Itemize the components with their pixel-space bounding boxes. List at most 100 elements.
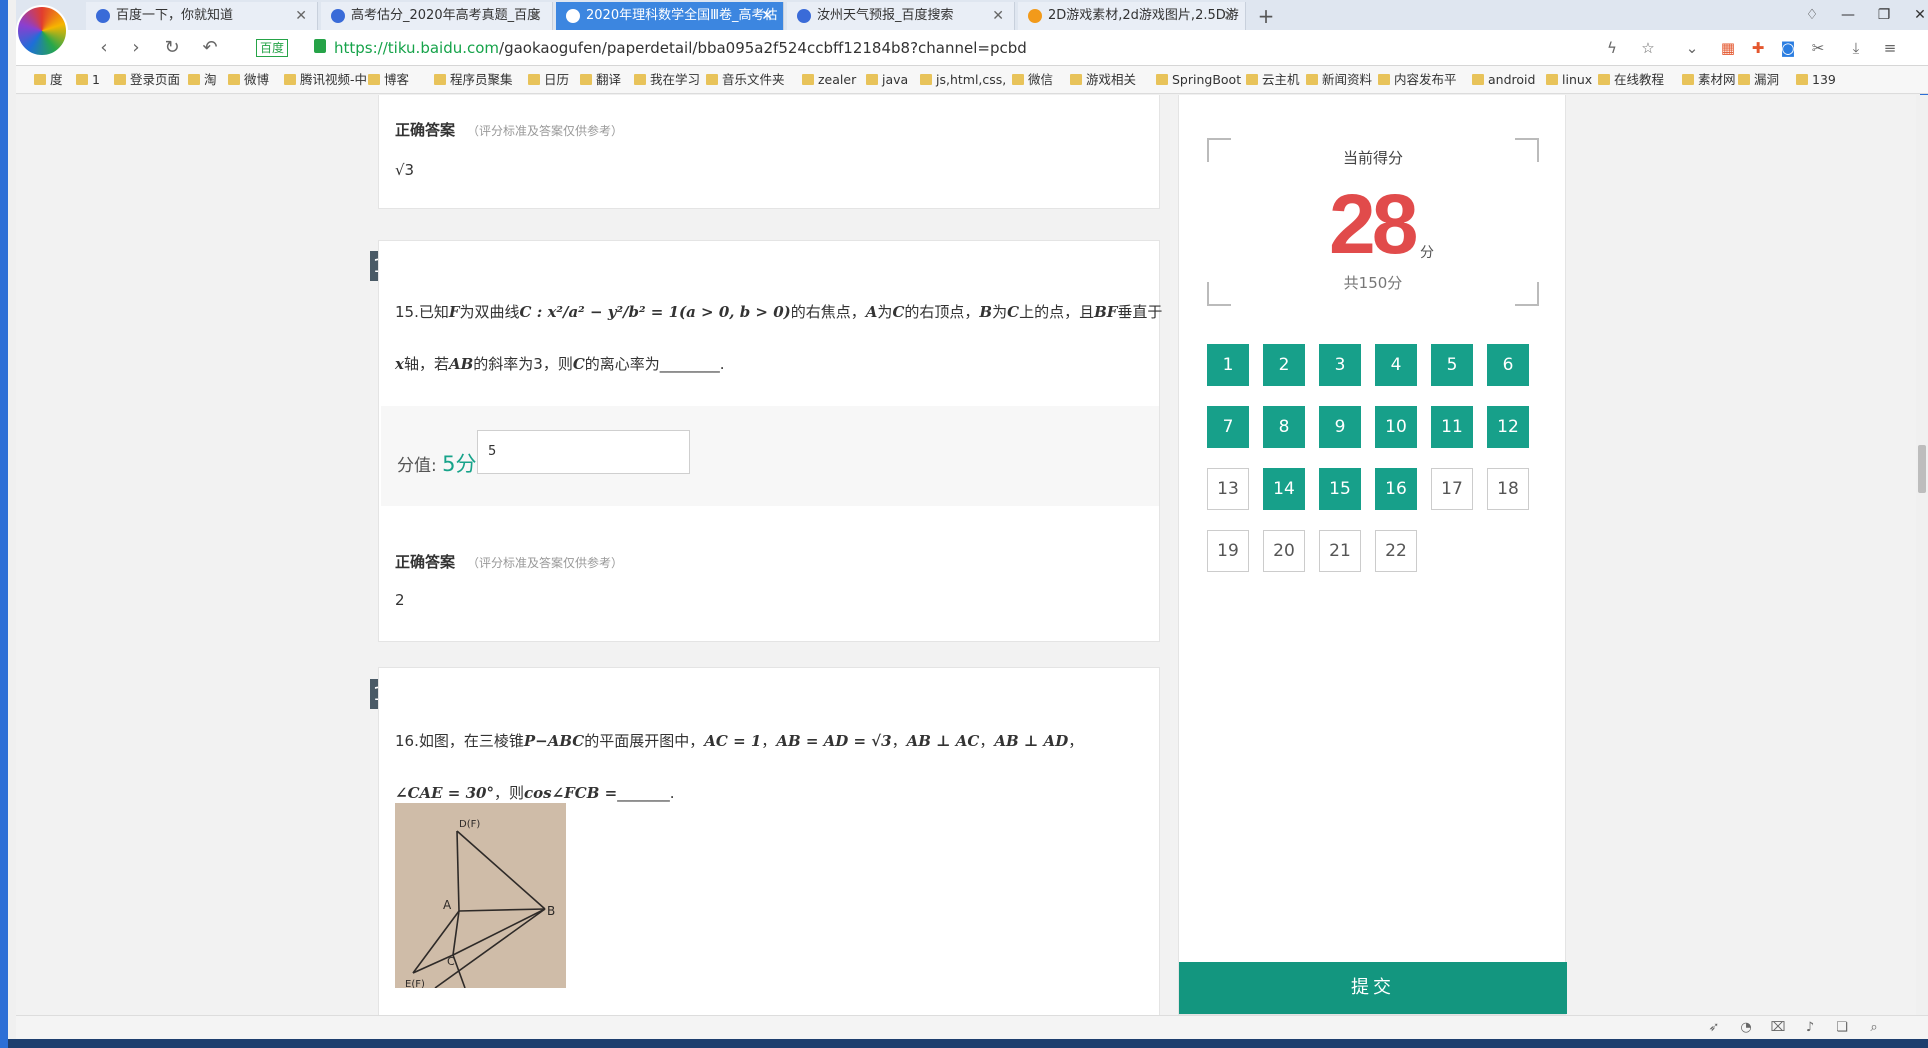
question-nav-button[interactable]: 9: [1319, 406, 1361, 448]
undo-icon[interactable]: ↶: [198, 36, 222, 60]
label-E: E(F): [405, 979, 425, 988]
browser-logo[interactable]: [16, 5, 68, 57]
bookmark-item[interactable]: 微博: [228, 72, 269, 88]
bookmark-item[interactable]: android: [1472, 72, 1535, 88]
question-nav-button[interactable]: 6: [1487, 344, 1529, 386]
bookmark-item[interactable]: linux: [1546, 72, 1592, 88]
bookmark-item[interactable]: 1: [76, 72, 100, 88]
question-nav-button[interactable]: 15: [1319, 468, 1361, 510]
question-nav-button[interactable]: 18: [1487, 468, 1529, 510]
apps-icon[interactable]: ▦: [1718, 38, 1738, 58]
browser-window: 百度一下，你就知道 ✕ 高考估分_2020年高考真题_百度 ✕ 2020年理科数…: [0, 0, 1928, 1048]
lock-icon: [314, 39, 326, 53]
volume-icon[interactable]: ♪: [1802, 1020, 1818, 1036]
tab-baidu[interactable]: 百度一下，你就知道 ✕: [86, 2, 318, 30]
url-input[interactable]: https://tiku.baidu.com/gaokaogufen/paper…: [334, 39, 1027, 57]
question-nav-button[interactable]: 17: [1431, 468, 1473, 510]
download-icon[interactable]: ⤓: [1846, 38, 1866, 58]
bookmark-item[interactable]: 腾讯视频-中: [284, 72, 367, 88]
bookmark-item[interactable]: 新闻资料: [1306, 72, 1372, 88]
bookmark-item[interactable]: 云主机: [1246, 72, 1300, 88]
back-icon[interactable]: ‹: [92, 36, 116, 60]
close-icon[interactable]: ✕: [1223, 2, 1235, 30]
translate-icon[interactable]: ◙: [1778, 38, 1798, 58]
bookmark-item[interactable]: 素材网: [1682, 72, 1736, 88]
question-nav-button[interactable]: 11: [1431, 406, 1473, 448]
scrollbar[interactable]: [1916, 95, 1928, 1015]
tab-math-paper[interactable]: 2020年理科数学全国Ⅲ卷_高考估 ✕: [556, 2, 784, 30]
rocket-icon[interactable]: ➶: [1706, 1020, 1722, 1036]
question-nav-button[interactable]: 2: [1263, 344, 1305, 386]
bookmark-item[interactable]: 我在学习: [634, 72, 700, 88]
tab-gaokao[interactable]: 高考估分_2020年高考真题_百度 ✕: [321, 2, 553, 30]
scissors-icon[interactable]: ✂: [1808, 38, 1828, 58]
bookmark-item[interactable]: 微信: [1012, 72, 1053, 88]
close-icon[interactable]: ✕: [530, 2, 542, 30]
menu-icon[interactable]: ≡: [1880, 38, 1900, 58]
bookmark-item[interactable]: 游戏相关: [1070, 72, 1136, 88]
bookmark-item[interactable]: js,html,css,: [920, 72, 1006, 88]
submit-button[interactable]: 提交: [1179, 962, 1567, 1014]
question-nav-button[interactable]: 20: [1263, 530, 1305, 572]
tab-weather[interactable]: 汝州天气预报_百度搜索 ✕: [787, 2, 1015, 30]
forward-icon[interactable]: ›: [124, 36, 148, 60]
paw-icon: [566, 9, 580, 23]
zoom-icon[interactable]: ⌕: [1866, 1020, 1882, 1036]
score-row: 分值: 5分 5: [381, 406, 1159, 506]
shirt-icon[interactable]: ♢: [1794, 0, 1830, 30]
speed-icon[interactable]: ◔: [1738, 1020, 1754, 1036]
pyramid-net-figure: D(F) A B C E(F): [395, 803, 566, 990]
bookmark-item[interactable]: 程序员聚集: [434, 72, 513, 88]
url-path: /gaokaogufen/paperdetail/bba095a2f524ccb…: [499, 39, 1027, 57]
bookmark-item[interactable]: 内容发布平: [1378, 72, 1457, 88]
question-nav-button[interactable]: 19: [1207, 530, 1249, 572]
bookmark-item[interactable]: 音乐文件夹: [706, 72, 785, 88]
question-nav-button[interactable]: 13: [1207, 468, 1249, 510]
close-icon[interactable]: ✕: [761, 2, 773, 30]
restore-button[interactable]: ❐: [1866, 0, 1902, 30]
bookmark-item[interactable]: zealer: [802, 72, 856, 88]
question-nav-button[interactable]: 5: [1431, 344, 1473, 386]
bookmark-item[interactable]: 登录页面: [114, 72, 180, 88]
question-nav-button[interactable]: 7: [1207, 406, 1249, 448]
bookmark-item[interactable]: 在线教程: [1598, 72, 1664, 88]
question-nav-button[interactable]: 1: [1207, 344, 1249, 386]
close-icon[interactable]: ✕: [295, 2, 307, 30]
bookmark-item[interactable]: 淘: [188, 72, 217, 88]
bookmark-item[interactable]: 度: [34, 72, 63, 88]
bookmark-item[interactable]: SpringBoot: [1156, 72, 1241, 88]
question-nav-button[interactable]: 22: [1375, 530, 1417, 572]
minimize-button[interactable]: —: [1830, 0, 1866, 30]
bookmark-item[interactable]: 翻译: [580, 72, 621, 88]
bookmark-item[interactable]: 139: [1796, 72, 1836, 88]
question-nav-button[interactable]: 14: [1263, 468, 1305, 510]
bookmark-item[interactable]: 博客: [368, 72, 409, 88]
star-icon[interactable]: ☆: [1638, 38, 1658, 58]
bookmark-item[interactable]: 漏洞: [1738, 72, 1779, 88]
flame-icon: [1028, 9, 1042, 23]
lightning-icon[interactable]: ϟ: [1602, 38, 1622, 58]
window-icon[interactable]: ❏: [1834, 1020, 1850, 1036]
chevron-down-icon[interactable]: ⌄: [1682, 38, 1702, 58]
bookmark-item[interactable]: java: [866, 72, 908, 88]
tab-2d-assets[interactable]: 2D游戏素材,2d游戏图片,2.5D游 ✕: [1018, 2, 1246, 30]
question-nav-button[interactable]: 3: [1319, 344, 1361, 386]
question-nav-button[interactable]: 12: [1487, 406, 1529, 448]
new-tab-button[interactable]: +: [1252, 2, 1280, 30]
question-nav-button[interactable]: 8: [1263, 406, 1305, 448]
verified-badge: 百度: [256, 39, 289, 57]
question-nav-button[interactable]: 16: [1375, 468, 1417, 510]
label-D: D(F): [459, 819, 480, 830]
question-nav-button[interactable]: 21: [1319, 530, 1361, 572]
question-nav-button[interactable]: 4: [1375, 344, 1417, 386]
scrollbar-thumb[interactable]: [1918, 445, 1926, 493]
trash-icon[interactable]: ⌧: [1770, 1020, 1786, 1036]
gamepad-icon[interactable]: ✚: [1748, 38, 1768, 58]
bookmark-item[interactable]: 日历: [528, 72, 569, 88]
score-input[interactable]: 5: [477, 430, 690, 474]
question-nav-button[interactable]: 10: [1375, 406, 1417, 448]
url-host: https://tiku.baidu.com: [334, 39, 500, 57]
refresh-icon[interactable]: ↻: [160, 36, 184, 60]
close-window-button[interactable]: ✕: [1902, 0, 1928, 30]
close-icon[interactable]: ✕: [992, 2, 1004, 30]
